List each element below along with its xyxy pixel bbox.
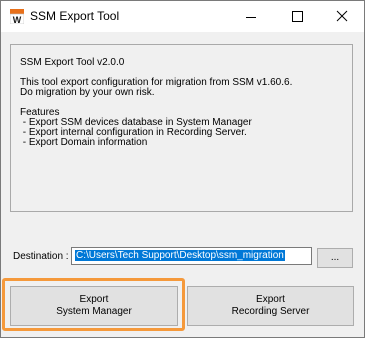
destination-input[interactable]: C:\Users\Tech Support\Desktop\ssm_migrat…: [71, 247, 312, 265]
app-w-icon: W: [10, 9, 24, 24]
maximize-icon: [292, 11, 303, 22]
export-sm-label-line2: System Manager: [56, 306, 132, 317]
window-title: SSM Export Tool: [30, 9, 120, 23]
export-rs-label-line1: Export: [256, 294, 285, 305]
close-icon: [336, 10, 348, 22]
export-rs-label-line2: Recording Server: [231, 306, 310, 317]
browse-button[interactable]: ...: [317, 248, 353, 268]
title-bar[interactable]: W SSM Export Tool: [1, 1, 364, 32]
destination-value: C:\Users\Tech Support\Desktop\ssm_migrat…: [75, 250, 285, 261]
version-text: SSM Export Tool v2.0.0: [20, 57, 125, 68]
close-button[interactable]: [319, 1, 364, 32]
info-text-box: SSM Export Tool v2.0.0 This tool export …: [10, 44, 353, 212]
destination-label: Destination :: [13, 251, 69, 262]
minimize-icon: [246, 17, 256, 18]
svg-text:W: W: [13, 15, 22, 24]
feature-item: - Export Domain information: [20, 137, 148, 148]
description-line-2: Do migration by your own risk.: [20, 87, 155, 98]
export-recording-server-button[interactable]: Export Recording Server: [187, 286, 354, 326]
maximize-button[interactable]: [274, 1, 319, 32]
minimize-button[interactable]: [228, 1, 273, 32]
export-sm-label-line1: Export: [79, 294, 109, 305]
export-system-manager-button[interactable]: Export System Manager: [10, 286, 178, 326]
ssm-export-window: W SSM Export Tool SSM Export Tool v2.0.0…: [0, 0, 365, 338]
